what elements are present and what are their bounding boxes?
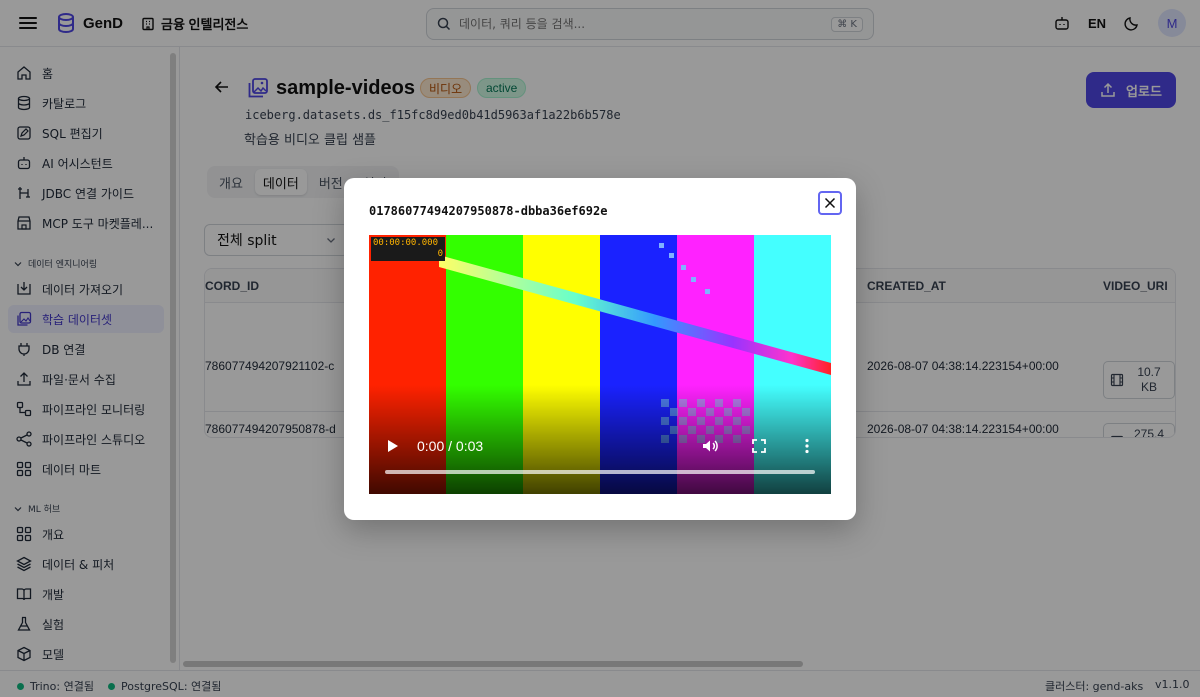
dialog-title: 01786077494207950878-dbba36ef692e — [369, 204, 608, 218]
frame-counter: 0 — [437, 249, 443, 259]
play-icon[interactable] — [388, 440, 398, 452]
video-preview-dialog: 01786077494207950878-dbba36ef692e 00:00:… — [344, 178, 856, 520]
video-progress-bar[interactable] — [385, 470, 815, 474]
fullscreen-icon[interactable] — [750, 437, 768, 455]
close-button[interactable] — [818, 191, 842, 215]
motion-marker — [669, 253, 674, 258]
close-icon — [824, 197, 836, 209]
volume-icon[interactable] — [701, 437, 719, 455]
motion-marker — [691, 277, 696, 282]
more-options-icon[interactable] — [798, 437, 816, 455]
motion-marker — [705, 289, 710, 294]
timecode-overlay: 00:00:00.000 0 — [371, 237, 445, 261]
motion-marker — [681, 265, 686, 270]
timecode-text: 00:00:00.000 — [373, 238, 439, 248]
video-time: 0:00 / 0:03 — [417, 438, 484, 454]
motion-marker — [659, 243, 664, 248]
video-player[interactable]: 00:00:00.000 0 0:00 / 0:03 — [369, 235, 831, 494]
video-controls: 0:00 / 0:03 — [369, 431, 831, 461]
